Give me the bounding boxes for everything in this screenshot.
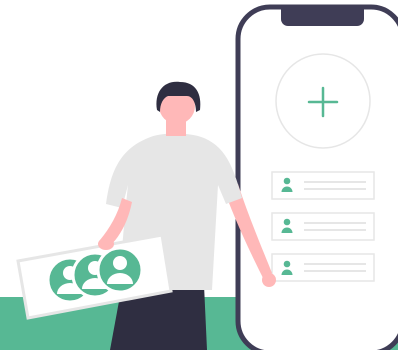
user-icon [96,246,144,294]
phone-notch [281,7,364,26]
left-hand [98,238,114,250]
contact-row[interactable] [271,212,375,241]
phone [235,4,398,350]
illustration [0,4,398,350]
right-hand [262,273,276,287]
contact-row[interactable] [271,253,375,282]
contact-row[interactable] [271,171,375,200]
